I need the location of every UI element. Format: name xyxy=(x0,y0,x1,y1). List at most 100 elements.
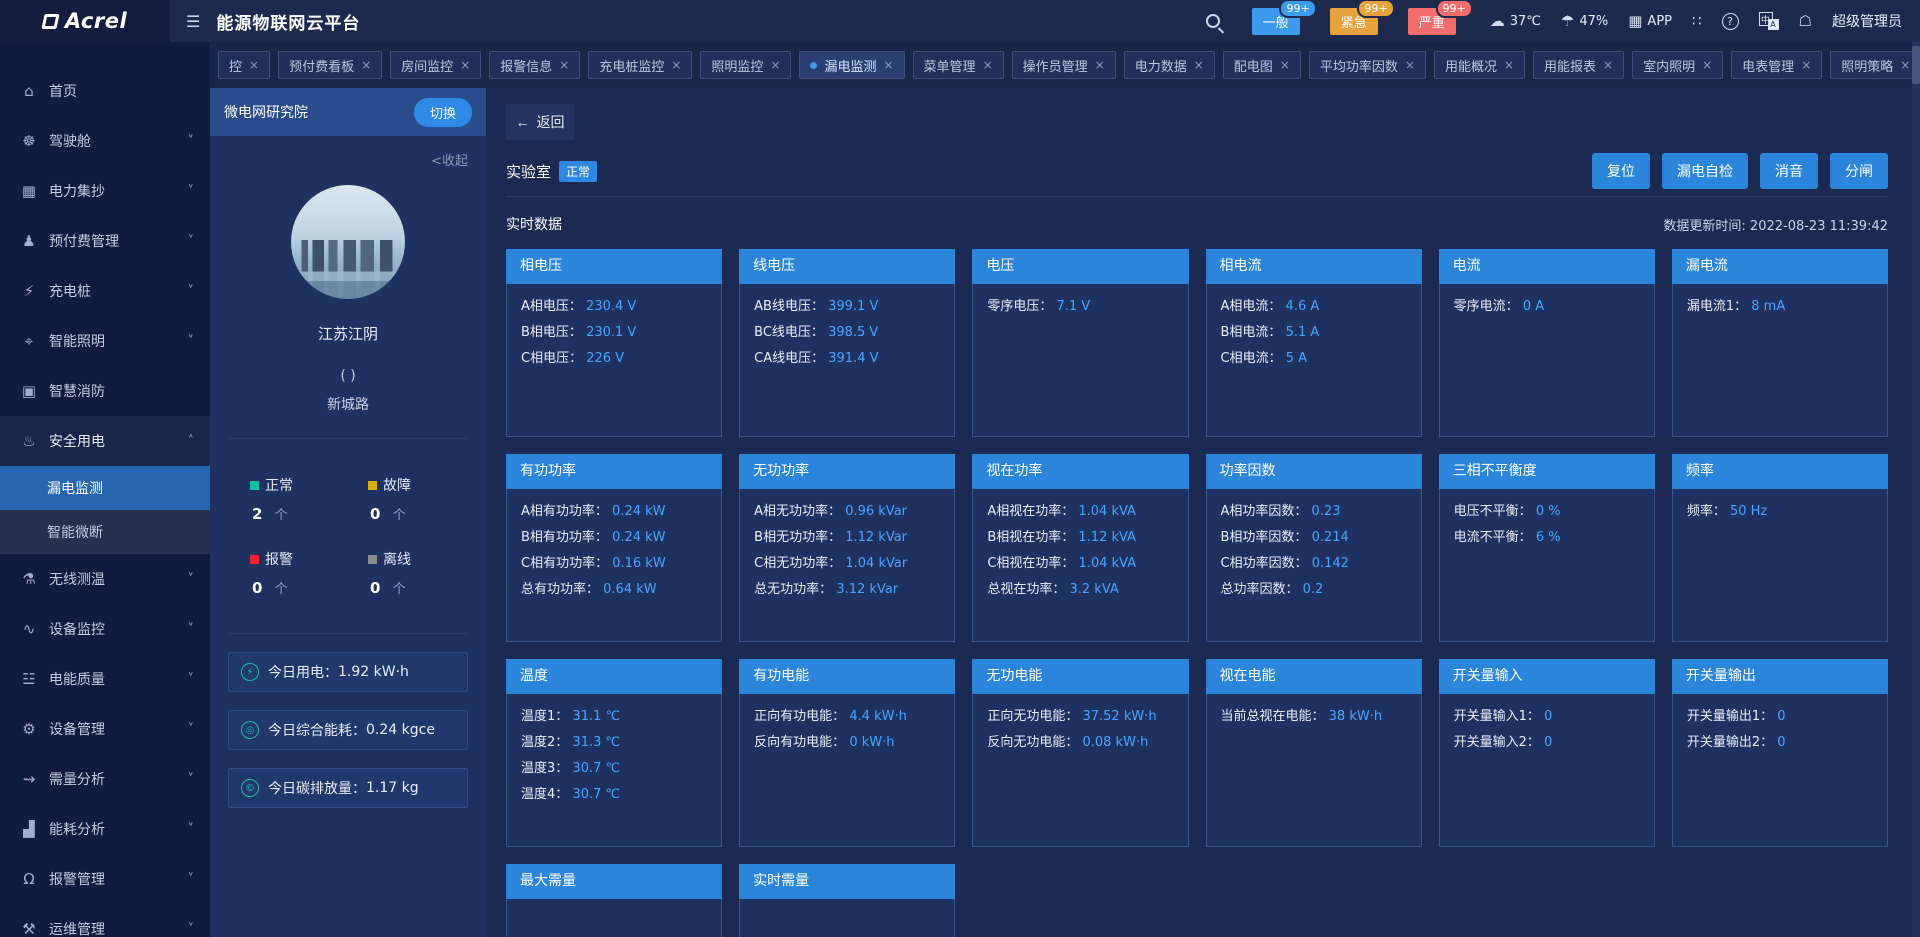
search-icon[interactable] xyxy=(1206,14,1220,28)
fullscreen-button[interactable]: ∷ xyxy=(1692,12,1702,30)
metric-value: 0.08 kW·h xyxy=(1082,735,1148,750)
tab-lighting-monitor[interactable]: 照明监控 × xyxy=(700,51,791,79)
tab-close-icon[interactable]: × xyxy=(1801,58,1811,72)
sidebar-item-smart-lighting[interactable]: ⌖ 智能照明 ˅ xyxy=(0,316,210,366)
tab-operator-mgmt[interactable]: 操作员管理 × xyxy=(1012,51,1116,79)
menu-toggle-icon[interactable]: ☰ xyxy=(186,12,200,31)
tab-alarm-info[interactable]: 报警信息 × xyxy=(489,51,580,79)
sidebar-item-demand-analysis[interactable]: ⇝ 需量分析 ˅ xyxy=(0,754,210,804)
tab-room-monitor[interactable]: 房间监控 × xyxy=(390,51,481,79)
tab-close-icon[interactable]: × xyxy=(460,58,470,72)
tab-menu-mgmt[interactable]: 菜单管理 × xyxy=(913,51,1004,79)
card-metric: 正向有功电能： 4.4 kW·h xyxy=(754,704,940,730)
workspace: 微电网研究院 切换 <收起 江苏江阴 ( ) 新城路 xyxy=(210,88,1920,937)
tab-close-icon[interactable]: × xyxy=(983,58,993,72)
action-button[interactable]: 复位 xyxy=(1592,153,1650,189)
sidebar-item-cockpit[interactable]: ☸ 驾驶舱 ˅ xyxy=(0,116,210,166)
sidebar-item-power-quality[interactable]: ☳ 电能质量 ˅ xyxy=(0,654,210,704)
tab-distribution-diagram[interactable]: 配电图 × xyxy=(1223,51,1301,79)
metric-value: 0.64 kW xyxy=(603,582,656,597)
sidebar-item-device-mgmt[interactable]: ⚙ 设备管理 ˅ xyxy=(0,704,210,754)
sidebar-subitem-leakage-monitor[interactable]: 漏电监测 xyxy=(0,466,210,510)
sidebar-item-prepaid[interactable]: ♟ 预付费管理 ˅ xyxy=(0,216,210,266)
tab-close-icon[interactable]: × xyxy=(559,58,569,72)
tab-power-data[interactable]: 电力数据 × xyxy=(1124,51,1215,79)
sidebar-item-label: 设备监控 xyxy=(49,619,105,639)
alarm-level-badge[interactable]: 严重 99+ xyxy=(1408,8,1456,35)
sidebar-item-alarm-mgmt[interactable]: Ω 报警管理 ˅ xyxy=(0,854,210,904)
switch-site-button[interactable]: 切换 xyxy=(414,98,472,127)
sidebar-item-safe-electricity[interactable]: ♨ 安全用电 ˄ xyxy=(0,416,210,466)
sidebar-item-meter-reading[interactable]: ▦ 电力集抄 ˅ xyxy=(0,166,210,216)
action-button[interactable]: 分闸 xyxy=(1830,153,1888,189)
tab-close-icon[interactable]: × xyxy=(249,58,259,72)
tab-close-icon[interactable]: × xyxy=(671,58,681,72)
sidebar-item-charging-pile[interactable]: ⚡ 充电桩 ˅ xyxy=(0,266,210,316)
data-card: 功率因数 A相功率因数： 0.23 xyxy=(1206,454,1422,642)
tab-close-icon[interactable]: × xyxy=(1900,58,1910,72)
tab-close-icon[interactable]: × xyxy=(1194,58,1204,72)
card-metric: B相有功功率： 0.24 kW xyxy=(521,525,707,551)
action-button[interactable]: 漏电自检 xyxy=(1662,153,1748,189)
card-metric: C相电压： 226 V xyxy=(521,346,707,372)
theme-shirt-icon: ☖ xyxy=(1799,12,1812,30)
tab-meter-mgmt[interactable]: 电表管理 × xyxy=(1731,51,1822,79)
sidebar-item-home[interactable]: ⌂ 首页 xyxy=(0,66,210,116)
sidebar-item-ops-mgmt[interactable]: ⚒ 运维管理 ˅ xyxy=(0,904,210,937)
card-title: 温度 xyxy=(506,659,722,694)
sidebar-item-device-monitor[interactable]: ∿ 设备监控 ˅ xyxy=(0,604,210,654)
chevron-icon: ˅ xyxy=(188,772,195,787)
stat-label: 今日用电： xyxy=(268,662,338,682)
collapse-panel-link[interactable]: <收起 xyxy=(210,136,486,169)
tab-close-icon[interactable]: × xyxy=(770,58,780,72)
sidebar-item-label: 漏电监测 xyxy=(47,478,103,498)
chevron-icon: ˅ xyxy=(188,822,195,837)
card-metric: A相无功功率： 0.96 kVar xyxy=(754,499,940,525)
sidebar-item-fire-safety[interactable]: ▣ 智慧消防 xyxy=(0,366,210,416)
app-qr-button[interactable]: ▦ APP xyxy=(1628,12,1672,30)
metric-label: 温度1： xyxy=(521,709,568,724)
tab-lighting-strategy[interactable]: 照明策略 × xyxy=(1830,51,1920,79)
tab-close-icon[interactable]: × xyxy=(883,58,893,72)
card-body: 零序电压： 7.1 V xyxy=(972,284,1188,437)
language-button[interactable]: 中 A xyxy=(1759,12,1779,30)
sidebar-item-energy-analysis[interactable]: ▟ 能耗分析 ˅ xyxy=(0,804,210,854)
metric-value: 0.142 xyxy=(1312,556,1349,571)
tab-charging-monitor[interactable]: 充电桩监控 × xyxy=(588,51,692,79)
tab-prepaid-board[interactable]: 预付费看板 × xyxy=(278,51,382,79)
tab-leakage-monitor[interactable]: 漏电监测 × xyxy=(799,51,904,79)
tab-indoor-lighting[interactable]: 室内照明 × xyxy=(1632,51,1723,79)
metric-label: B相电流： xyxy=(1221,325,1282,340)
back-button[interactable]: ← 返回 xyxy=(506,104,574,140)
tab-close-icon[interactable]: × xyxy=(1095,58,1105,72)
current-user[interactable]: 超级管理员 xyxy=(1832,11,1902,31)
tab-avg-power-factor[interactable]: 平均功率因数 × xyxy=(1309,51,1426,79)
tab-close-icon[interactable]: × xyxy=(1504,58,1514,72)
alarm-level-badge[interactable]: 一般 99+ xyxy=(1252,8,1300,35)
card-metric: 零序电压： 7.1 V xyxy=(987,294,1173,320)
tab-close-icon[interactable]: × xyxy=(1405,58,1415,72)
card-body: 开关量输入1： 0 开关量输入2： 0 xyxy=(1439,694,1655,847)
theme-button[interactable]: ☖ xyxy=(1799,12,1812,30)
tab-clipped[interactable]: 控 × xyxy=(218,51,270,79)
tab-close-icon[interactable]: × xyxy=(1702,58,1712,72)
tab-close-icon[interactable]: × xyxy=(1280,58,1290,72)
card-metric: A相视在功率： 1.04 kVA xyxy=(987,499,1173,525)
card-title: 线电压 xyxy=(739,249,955,284)
metric-value: 0 xyxy=(1544,709,1552,724)
action-button[interactable]: 消音 xyxy=(1760,153,1818,189)
sidebar-item-wireless-temp[interactable]: ⚗ 无线测温 ˅ xyxy=(0,554,210,604)
help-button[interactable]: ? xyxy=(1722,13,1739,30)
scrollbar-thumb[interactable] xyxy=(1912,46,1920,84)
sidebar-item-label: 无线测温 xyxy=(49,569,105,589)
tab-energy-overview[interactable]: 用能概况 × xyxy=(1434,51,1525,79)
vertical-scrollbar[interactable] xyxy=(1912,42,1920,937)
sidebar-subitem-smart-breaker[interactable]: 智能微断 xyxy=(0,510,210,554)
card-title: 相电流 xyxy=(1206,249,1422,284)
tab-close-icon[interactable]: × xyxy=(1603,58,1613,72)
humidity-icon: ☂ xyxy=(1561,12,1574,30)
tab-energy-report[interactable]: 用能报表 × xyxy=(1533,51,1624,79)
tab-close-icon[interactable]: × xyxy=(361,58,371,72)
alarm-level-badge[interactable]: 紧急 99+ xyxy=(1330,8,1378,35)
metric-value: 31.1 ℃ xyxy=(572,709,620,724)
